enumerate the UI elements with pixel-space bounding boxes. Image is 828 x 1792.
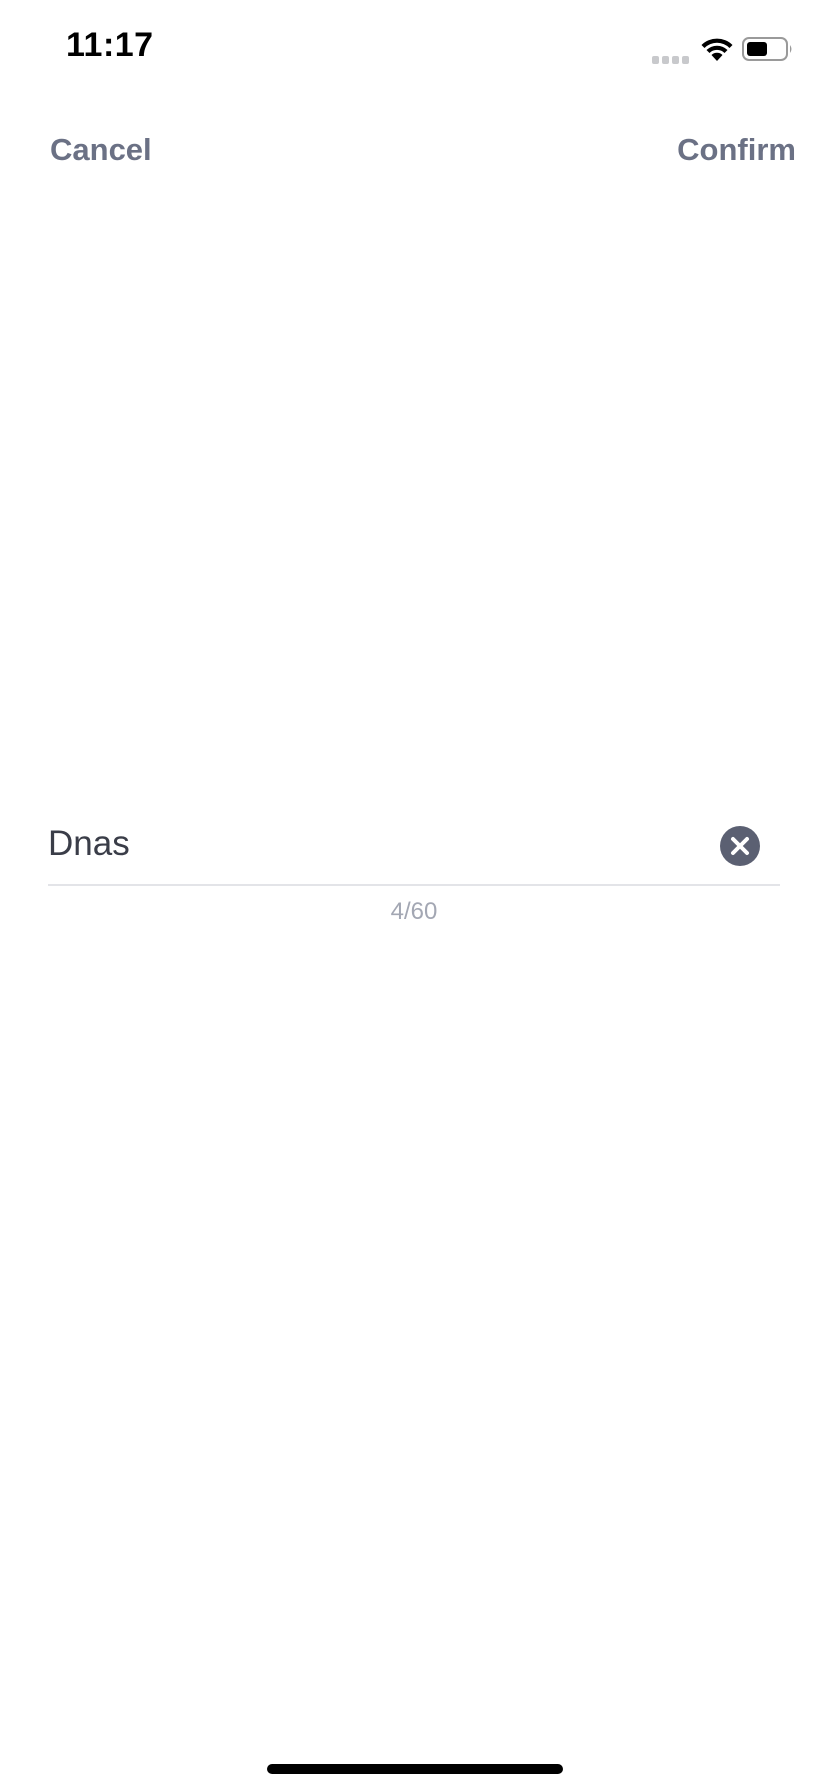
close-circle-icon [731, 837, 749, 855]
confirm-button[interactable]: Confirm [677, 132, 796, 168]
character-counter: 4/60 [390, 898, 438, 925]
home-indicator[interactable] [267, 1764, 563, 1774]
signal-icon [652, 52, 692, 64]
name-input[interactable] [48, 814, 688, 874]
clear-input-button[interactable] [720, 826, 760, 866]
status-bar: 11:17 [0, 0, 828, 100]
status-time: 11:17 [66, 26, 154, 64]
cancel-button[interactable]: Cancel [50, 132, 152, 168]
nav-bar: Cancel Confirm [0, 110, 828, 190]
wifi-icon [700, 36, 734, 62]
name-field-container [48, 810, 780, 886]
battery-icon [742, 36, 794, 62]
